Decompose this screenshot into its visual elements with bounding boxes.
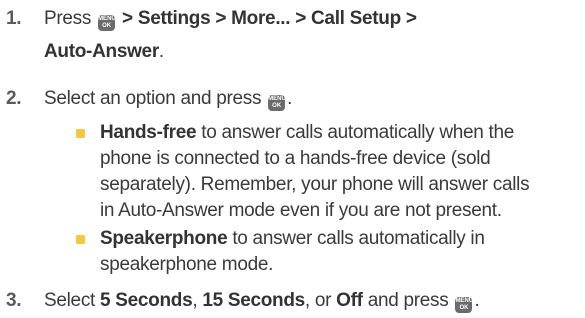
step-text-prefix: Press [44,8,92,29]
step-text: Select an option and press MENU OK. [44,88,293,111]
menu-ok-key-icon: MENU OK [268,95,286,111]
option-speakerphone: Speakerphone to answer calls automatical… [76,226,580,278]
step-number: 3. [6,290,22,311]
menu-ok-key-icon: MENU OK [455,297,474,313]
step-number: 2. [6,88,22,109]
option-5-seconds: 5 Seconds [100,290,193,311]
step-text: Press MENU OK > Settings > More... > Call… [44,8,417,62]
bullet-icon [76,235,85,244]
option-name: Speakerphone [100,228,228,249]
step-text: Select 5 Seconds, 15 Seconds, or Off and… [44,290,480,313]
option-15-seconds: 15 Seconds [202,290,305,311]
option-name: Hands-free [100,122,197,143]
menu-path: > Settings > More... > Call Setup > [122,8,417,29]
step-number: 1. [6,8,22,29]
bullet-icon [76,129,85,138]
menu-ok-key-icon: MENU OK [98,15,116,31]
option-hands-free: Hands-free to answer calls automatically… [76,120,580,224]
option-off: Off [336,290,363,311]
menu-path-end: Auto-Answer [44,41,159,62]
